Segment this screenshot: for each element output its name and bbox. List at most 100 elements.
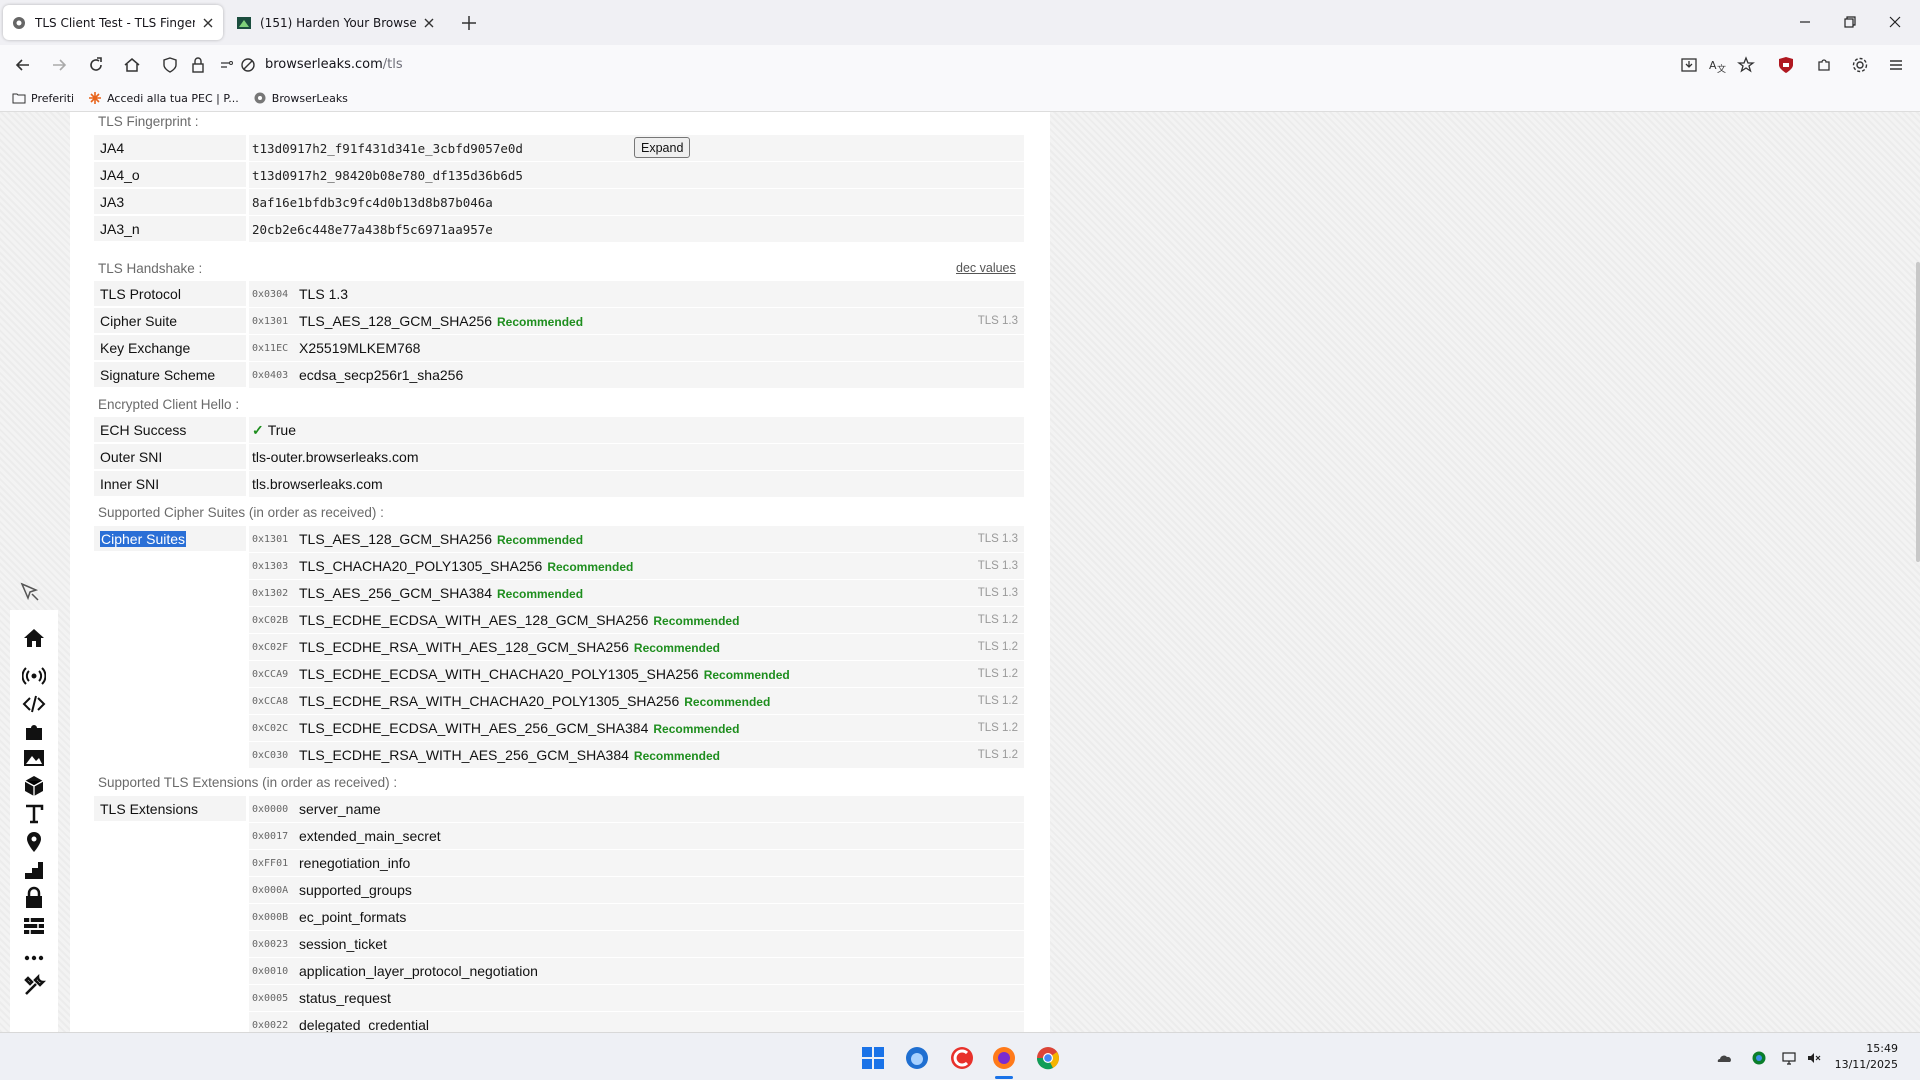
row-value-wrap: TLS_AES_128_GCM_SHA256 Recommended: [299, 531, 583, 547]
tls-version: TLS 1.2: [977, 668, 1018, 680]
row-label: ECH Success: [100, 422, 187, 438]
page-scrollbar[interactable]: [1916, 262, 1920, 562]
hex-code: 0x0000: [252, 804, 289, 815]
section-title-ciphers: Supported Cipher Suites (in order as rec…: [98, 505, 384, 520]
home-icon[interactable]: [122, 55, 142, 75]
svg-text:文: 文: [1717, 63, 1726, 75]
shield-icon[interactable]: [160, 55, 180, 75]
firewall-icon[interactable]: [22, 914, 46, 938]
row-label: JA3: [100, 194, 125, 210]
map-pin-icon[interactable]: [22, 830, 46, 854]
address-bar[interactable]: browserleaks.com/tls: [265, 57, 403, 72]
tab-tls-client-test[interactable]: TLS Client Test - TLS Fingerprint: [3, 5, 223, 40]
active-app-indicator: [995, 1076, 1013, 1079]
cipher-name: TLS_ECDHE_ECDSA_WITH_CHACHA20_POLY1305_S…: [299, 666, 699, 682]
row-value-cell: 0x1301 TLS_AES_128_GCM_SHA256 Recommended T…: [246, 308, 1024, 334]
tls-version: TLS 1.3: [977, 315, 1018, 327]
hex-code: 0x1302: [252, 588, 289, 599]
expand-button[interactable]: Expand: [634, 137, 691, 158]
ja3-n-value: 20cb2e6c448e77a438bf5c6971aa957e: [252, 222, 493, 237]
windows-start-icon[interactable]: [860, 1045, 886, 1071]
bookmark-pec[interactable]: Accedi alla tua PEC | P...: [88, 91, 239, 105]
image-icon[interactable]: [22, 746, 46, 770]
recommended-badge: Recommended: [497, 315, 584, 329]
stairs-chart-icon[interactable]: [22, 858, 46, 882]
new-tab-plus-icon[interactable]: [459, 13, 479, 33]
url-path: /tls: [382, 57, 403, 72]
bookmark-star-icon[interactable]: [1736, 55, 1756, 75]
minimize-icon[interactable]: [1795, 12, 1815, 32]
svg-text:A: A: [1709, 59, 1717, 72]
cipher-suite-row: Cipher Suites 0x1301 TLS_AES_128_GCM_SHA25…: [94, 526, 1024, 552]
ccleaner-icon[interactable]: [949, 1045, 975, 1071]
recommended-badge: Recommended: [653, 722, 740, 736]
network-icon[interactable]: [1781, 1050, 1797, 1066]
section-title-fingerprint: TLS Fingerprint :: [98, 114, 199, 129]
taskbar-clock[interactable]: 15:49 13/11/2025: [1835, 1041, 1898, 1073]
more-dots-icon[interactable]: [22, 946, 46, 970]
code-icon[interactable]: [22, 692, 46, 716]
broadcast-icon[interactable]: [22, 664, 46, 688]
recommended-badge: Recommended: [633, 641, 720, 655]
back-arrow-icon[interactable]: [13, 55, 33, 75]
reload-icon[interactable]: [86, 55, 106, 75]
close-tab-icon[interactable]: [422, 16, 436, 30]
clock-date: 13/11/2025: [1834, 1058, 1898, 1071]
selected-text: Cipher Suites: [100, 531, 187, 547]
onedrive-icon[interactable]: [1716, 1050, 1732, 1066]
cipher-suite-row: 0x1303 TLS_CHACHA20_POLY1305_SHA256 Recomm…: [94, 553, 1024, 579]
lock-icon[interactable]: [22, 886, 46, 910]
font-icon[interactable]: [22, 802, 46, 826]
lock-icon[interactable]: [188, 55, 208, 75]
bookmark-browserleaks[interactable]: BrowserLeaks: [253, 91, 348, 105]
security-shield-tray-icon[interactable]: [1751, 1050, 1767, 1066]
forward-arrow-icon[interactable]: [49, 55, 69, 75]
translate-icon[interactable]: A文: [1707, 55, 1727, 75]
extension-name: session_ticket: [299, 936, 387, 952]
permissions-icon[interactable]: [218, 55, 238, 75]
tracking-protection-icon[interactable]: [238, 55, 258, 75]
cipher-suite-row: 0xCCA8 TLS_ECDHE_RSA_WITH_CHACHA20_POLY13…: [94, 688, 1024, 714]
dec-values-link[interactable]: dec values: [956, 261, 1016, 275]
row-value-cell: 0x0023 session_ticket: [246, 931, 1024, 957]
settings-gear-icon[interactable]: [1850, 55, 1870, 75]
row-value-cell: 0x0403 ecdsa_secp256r1_sha256: [246, 362, 1024, 388]
row-value-cell: 0xC02F TLS_ECDHE_RSA_WITH_AES_128_GCM_SHA…: [246, 634, 1024, 660]
tab-strip: TLS Client Test - TLS Fingerprint (151) …: [0, 0, 1920, 45]
thunderbird-icon[interactable]: [904, 1045, 930, 1071]
row-value-cell: tls.browserleaks.com: [246, 471, 1024, 497]
volume-muted-icon[interactable]: [1806, 1050, 1822, 1066]
save-to-pocket-icon[interactable]: [1679, 55, 1699, 75]
close-tab-icon[interactable]: [201, 16, 215, 30]
extension-name: renegotiation_info: [299, 855, 411, 871]
menu-hamburger-icon[interactable]: [1886, 55, 1906, 75]
recommended-badge: Recommended: [547, 560, 634, 574]
row-label: Key Exchange: [100, 340, 191, 356]
ech-row-inner-sni: Inner SNI tls.browserleaks.com: [94, 471, 1024, 497]
extensions-puzzle-icon[interactable]: [1814, 55, 1834, 75]
bookmark-label: Accedi alla tua PEC | P...: [107, 91, 239, 105]
firefox-icon[interactable]: [991, 1045, 1017, 1071]
extension-row: 0x0017 extended_main_secret: [94, 823, 1024, 849]
puzzle-icon[interactable]: [22, 720, 46, 744]
bookmark-preferiti[interactable]: Preferiti: [12, 91, 74, 105]
ublock-origin-icon[interactable]: [1776, 55, 1796, 75]
tls-version: TLS 1.2: [977, 695, 1018, 707]
navigation-toolbar: browserleaks.com/tls A文: [0, 45, 1920, 85]
tools-icon[interactable]: [22, 974, 46, 998]
row-value-cell: t13d0917h2_f91f431d341e_3cbfd9057e0d Exp…: [246, 135, 1024, 161]
row-value-cell: t13d0917h2_98420b08e780_df135d36b6d5: [246, 162, 1024, 188]
restore-icon[interactable]: [1840, 12, 1860, 32]
handshake-row-signature: Signature Scheme 0x0403 ecdsa_secp256r1_s…: [94, 362, 1024, 388]
row-value-cell: 20cb2e6c448e77a438bf5c6971aa957e: [246, 216, 1024, 242]
tab-youtube-video[interactable]: (151) Harden Your Browser Like: [228, 5, 444, 40]
home-icon[interactable]: [22, 626, 46, 650]
cube-icon[interactable]: [22, 774, 46, 798]
sparkle-cursor-icon[interactable]: [18, 580, 42, 604]
extension-name: server_name: [299, 801, 381, 817]
row-value-cell: 0xCCA9 TLS_ECDHE_ECDSA_WITH_CHACHA20_POLY…: [246, 661, 1024, 687]
hex-code: 0x0304: [252, 289, 289, 300]
close-window-icon[interactable]: [1885, 12, 1905, 32]
chrome-icon[interactable]: [1035, 1045, 1061, 1071]
row-value-wrap: TLS_ECDHE_RSA_WITH_CHACHA20_POLY1305_SHA…: [299, 693, 770, 709]
